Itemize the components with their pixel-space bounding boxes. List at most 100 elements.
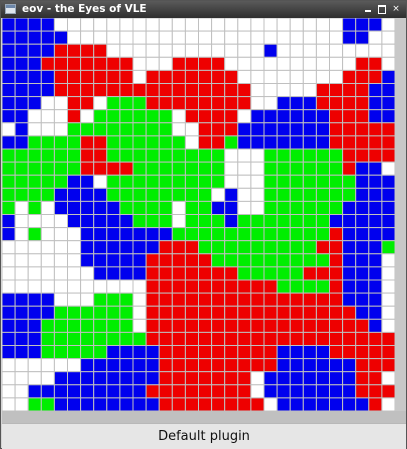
- grid-cell: [250, 18, 265, 32]
- grid-cell: [14, 305, 29, 320]
- grid-cell: [53, 18, 69, 32]
- grid-cell: [224, 397, 239, 411]
- grid-cell: [80, 56, 95, 71]
- grid-cell: [211, 253, 226, 268]
- grid-cell: [224, 161, 239, 176]
- grid-cell: [237, 161, 252, 176]
- grid-cell: [342, 83, 357, 98]
- grid-cell: [132, 96, 147, 111]
- grid-cell: [119, 266, 134, 281]
- grid-cell: [119, 397, 134, 411]
- grid-cell: [237, 83, 252, 98]
- grid-cell: [355, 331, 370, 346]
- grid-cell: [211, 56, 226, 71]
- vertical-scrollbar[interactable]: [395, 18, 406, 411]
- grid-cell: [93, 358, 108, 373]
- grid-cell: [289, 69, 304, 85]
- grid-cell: [93, 240, 108, 255]
- grid-cell: [355, 148, 370, 163]
- grid-cell: [119, 69, 134, 85]
- grid-cell: [263, 18, 278, 32]
- grid-cell: [355, 318, 370, 333]
- grid-cell: [198, 83, 213, 98]
- grid-cell: [171, 240, 186, 255]
- grid-cell: [289, 358, 304, 373]
- grid-cell: [184, 279, 199, 294]
- grid-cell: [80, 200, 95, 215]
- grid-cell: [211, 279, 226, 294]
- grid-cell: [237, 292, 252, 307]
- grid-cell: [145, 83, 160, 98]
- grid-cell: [53, 305, 69, 320]
- grid-cell: [198, 253, 213, 268]
- grid-cell: [355, 358, 370, 373]
- horizontal-scrollbar[interactable]: [2, 411, 406, 423]
- grid-cell: [355, 96, 370, 111]
- grid-cell: [355, 122, 370, 137]
- grid-cell: [381, 96, 395, 111]
- minimize-icon[interactable]: [363, 4, 373, 14]
- grid-cell: [171, 18, 186, 32]
- grid-cell: [368, 96, 383, 111]
- grid-cell: [27, 253, 42, 268]
- grid-cell: [329, 109, 344, 124]
- grid-cell: [67, 83, 82, 98]
- grid-cell: [355, 266, 370, 281]
- grid-cell: [276, 318, 291, 333]
- grid-cell: [184, 214, 199, 229]
- grid-cell: [132, 30, 147, 45]
- grid-cell: [132, 200, 147, 215]
- grid-cell: [276, 371, 291, 386]
- grid-cell: [302, 227, 317, 242]
- grid-cell: [224, 56, 239, 71]
- grid-cell: [211, 43, 226, 58]
- grid-cell: [93, 200, 108, 215]
- grid-cell: [289, 397, 304, 411]
- grid-cell: [381, 200, 395, 215]
- grid-cell: [27, 96, 42, 111]
- grid-cell: [2, 358, 16, 373]
- close-icon[interactable]: ×: [391, 4, 401, 14]
- grid-cell: [184, 227, 199, 242]
- grid-cell: [342, 56, 357, 71]
- grid-cell: [14, 174, 29, 189]
- grid-cell: [80, 253, 95, 268]
- grid-cell: [355, 56, 370, 71]
- grid-cell: [198, 240, 213, 255]
- status-bar: Default plugin: [2, 423, 406, 449]
- grid-cell: [263, 69, 278, 85]
- grid-cell: [263, 292, 278, 307]
- grid-cell: [289, 266, 304, 281]
- grid-cell: [145, 135, 160, 150]
- grid-cell: [302, 279, 317, 294]
- grid-cell: [184, 305, 199, 320]
- grid-cell: [250, 253, 265, 268]
- grid-cell: [171, 174, 186, 189]
- grid-cell: [342, 371, 357, 386]
- grid-cell: [276, 397, 291, 411]
- grid-cell: [2, 305, 16, 320]
- grid-cell: [381, 30, 395, 45]
- grid-cell: [40, 371, 55, 386]
- title-bar[interactable]: eov - the Eyes of VLE ×: [1, 1, 406, 18]
- grid-cell: [132, 43, 147, 58]
- grid-cell: [40, 187, 55, 202]
- grid-cell: [198, 69, 213, 85]
- grid-cell: [53, 122, 69, 137]
- grid-cell: [302, 214, 317, 229]
- grid-cell: [145, 371, 160, 386]
- grid-cell: [184, 83, 199, 98]
- grid-cell: [302, 18, 317, 32]
- grid-cell: [53, 292, 69, 307]
- maximize-icon[interactable]: [377, 4, 387, 14]
- grid-cell: [211, 135, 226, 150]
- grid-cell: [2, 30, 16, 45]
- grid-cell: [184, 135, 199, 150]
- grid-cell: [106, 371, 121, 386]
- grid-cell: [2, 240, 16, 255]
- grid-cell: [198, 371, 213, 386]
- grid-cell: [93, 371, 108, 386]
- grid-cell: [211, 148, 226, 163]
- grid-cell: [93, 187, 108, 202]
- grid-view[interactable]: [2, 18, 395, 411]
